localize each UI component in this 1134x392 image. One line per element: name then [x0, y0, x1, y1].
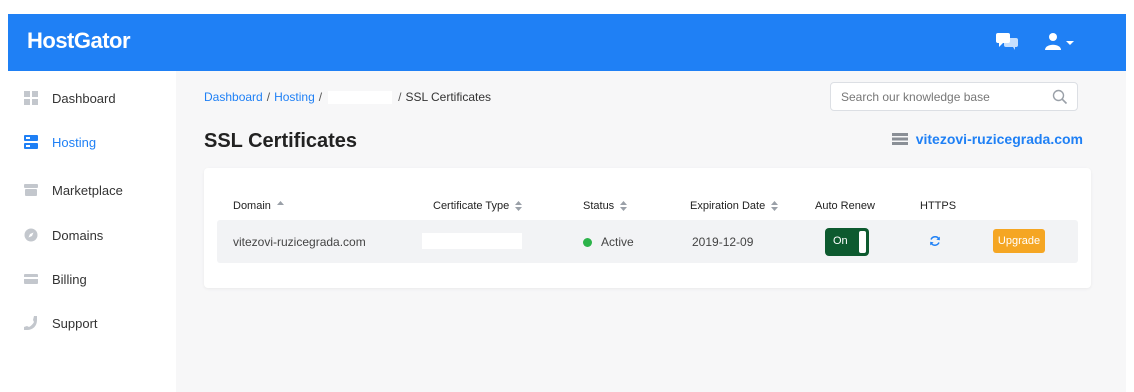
- sort-icon: [515, 201, 523, 211]
- phone-icon: [24, 316, 37, 330]
- site-name: vitezovi-ruzicegrada.com: [915, 131, 1083, 147]
- status-label: Active: [601, 235, 634, 249]
- main-content: Dashboard / Hosting / / SSL Certificates…: [176, 71, 1126, 392]
- user-icon: [1045, 33, 1061, 50]
- breadcrumb-redacted: [328, 90, 393, 104]
- sort-icon: [620, 201, 628, 211]
- breadcrumb-current: SSL Certificates: [405, 90, 492, 104]
- cell-expiration-date: 2019-12-09: [692, 235, 754, 249]
- cell-status: Active: [583, 235, 634, 249]
- column-header-label: Expiration Date: [690, 200, 766, 212]
- credit-card-icon: [24, 274, 38, 284]
- breadcrumb-dashboard[interactable]: Dashboard: [204, 90, 263, 104]
- status-active-dot: [583, 238, 592, 247]
- logo[interactable]: HostGator: [27, 28, 131, 54]
- column-header-label: HTTPS: [920, 200, 957, 212]
- sidebar-item-label: Billing: [52, 271, 87, 287]
- column-header-label: Status: [583, 200, 615, 212]
- store-icon: [24, 184, 38, 196]
- column-header-label: Domain: [233, 200, 271, 212]
- column-header-domain[interactable]: Domain: [233, 200, 284, 212]
- breadcrumb: Dashboard / Hosting / / SSL Certificates: [204, 90, 491, 104]
- sidebar-item-support[interactable]: Support: [8, 308, 176, 338]
- breadcrumb-separator: /: [318, 90, 323, 104]
- chat-icon[interactable]: [996, 32, 1018, 52]
- compass-icon: [24, 228, 38, 242]
- sidebar: Dashboard Hosting Marketplace Domains Bi…: [8, 71, 176, 392]
- server-icon: [24, 135, 38, 149]
- table-row: vitezovi-ruzicegrada.com Active 2019-12-…: [217, 220, 1078, 263]
- cell-domain: vitezovi-ruzicegrada.com: [233, 235, 366, 249]
- search-input[interactable]: [841, 89, 1046, 105]
- user-menu[interactable]: [1044, 32, 1084, 52]
- sort-icon: [771, 201, 779, 211]
- column-header-label: Certificate Type: [433, 200, 510, 212]
- sidebar-item-marketplace[interactable]: Marketplace: [8, 175, 176, 205]
- search-icon[interactable]: [1052, 89, 1068, 105]
- top-bar: HostGator: [8, 14, 1126, 71]
- grid-icon: [24, 91, 38, 105]
- breadcrumb-separator: /: [266, 90, 271, 104]
- sidebar-item-dashboard[interactable]: Dashboard: [8, 83, 176, 113]
- sidebar-item-hosting[interactable]: Hosting: [8, 127, 176, 157]
- column-header-https: HTTPS: [920, 200, 956, 212]
- sidebar-item-label: Domains: [52, 227, 104, 243]
- cell-certificate-type-redacted: [422, 233, 522, 249]
- search-box: [830, 82, 1078, 111]
- refresh-icon[interactable]: [929, 235, 941, 247]
- sidebar-item-label: Marketplace: [52, 182, 123, 198]
- site-selector[interactable]: vitezovi-ruzicegrada.com: [891, 131, 1083, 147]
- sidebar-item-label: Dashboard: [52, 90, 116, 106]
- caret-down-icon: [1066, 41, 1074, 45]
- sort-asc-icon: [276, 201, 284, 205]
- page-title: SSL Certificates: [204, 130, 358, 152]
- column-header-certificate-type[interactable]: Certificate Type: [433, 200, 523, 212]
- upgrade-button[interactable]: Upgrade: [993, 229, 1045, 253]
- column-header-auto-renew: Auto Renew: [815, 200, 875, 212]
- breadcrumb-hosting[interactable]: Hosting: [274, 90, 315, 104]
- server-icon: [891, 133, 908, 145]
- column-header-expiration-date[interactable]: Expiration Date: [690, 200, 779, 212]
- sidebar-item-label: Support: [52, 315, 98, 331]
- auto-renew-toggle[interactable]: On: [825, 228, 869, 256]
- toggle-label: On: [833, 235, 848, 247]
- column-header-status[interactable]: Status: [583, 200, 628, 212]
- toggle-knob: [859, 231, 866, 253]
- sidebar-item-domains[interactable]: Domains: [8, 220, 176, 250]
- sidebar-item-billing[interactable]: Billing: [8, 264, 176, 294]
- ssl-table-card: Domain Certificate Type Status Expiratio…: [204, 168, 1091, 288]
- breadcrumb-separator: /: [398, 90, 402, 104]
- sidebar-item-label: Hosting: [52, 134, 97, 150]
- column-header-label: Auto Renew: [815, 200, 875, 212]
